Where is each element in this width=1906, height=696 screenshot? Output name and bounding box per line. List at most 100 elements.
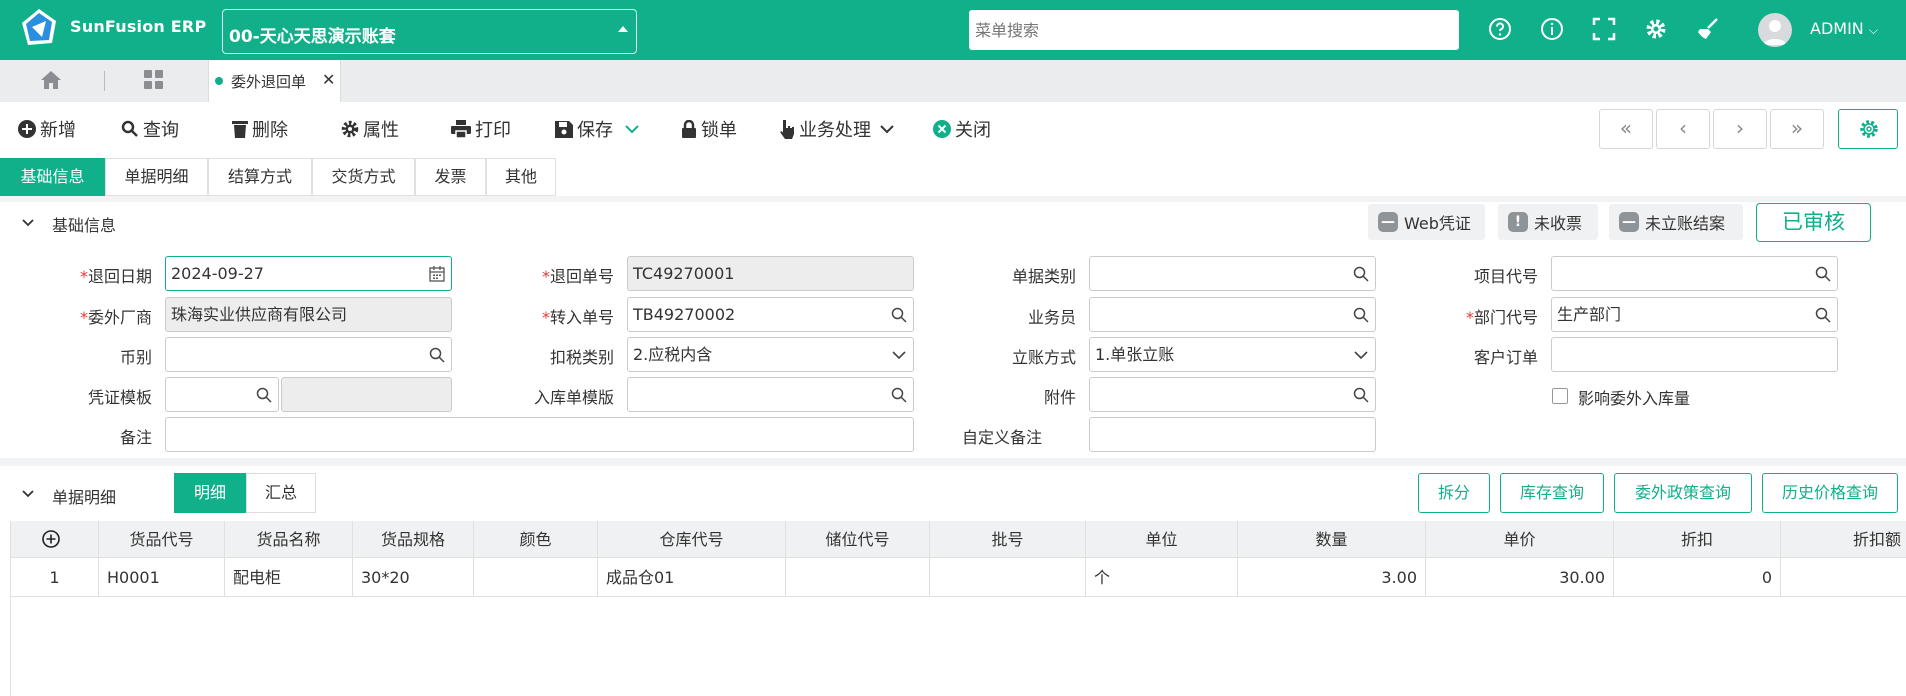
project-code-field[interactable] bbox=[1551, 256, 1838, 291]
unclosed-account-badge[interactable]: — 未立账结案 bbox=[1609, 204, 1743, 240]
col-warehouse[interactable]: 仓库代号 bbox=[598, 521, 786, 558]
fullscreen-icon[interactable] bbox=[1591, 16, 1617, 42]
account-method-select[interactable]: 1.单张立账 bbox=[1089, 337, 1376, 372]
help-icon[interactable] bbox=[1487, 16, 1513, 42]
view-detail-toggle[interactable]: 明细 bbox=[174, 473, 246, 513]
remark-field[interactable] bbox=[165, 417, 914, 452]
col-discount[interactable]: 折扣 bbox=[1614, 521, 1781, 558]
chevron-down-icon[interactable] bbox=[623, 124, 641, 134]
print-button[interactable]: 打印 bbox=[451, 114, 511, 144]
cell-color[interactable] bbox=[474, 558, 598, 597]
search-icon[interactable] bbox=[1815, 266, 1831, 282]
col-unit[interactable]: 单位 bbox=[1086, 521, 1238, 558]
plus-circle-icon[interactable] bbox=[42, 530, 60, 548]
gear-icon[interactable] bbox=[1643, 16, 1669, 42]
affect-stock-checkbox[interactable] bbox=[1552, 388, 1568, 404]
cell-item-spec[interactable]: 30*20 bbox=[353, 558, 474, 597]
search-icon[interactable] bbox=[1353, 266, 1369, 282]
tab-return-order[interactable]: 委外退回单 ✕ bbox=[208, 60, 341, 102]
tab-settlement[interactable]: 结算方式 bbox=[208, 158, 312, 196]
col-batch[interactable]: 批号 bbox=[930, 521, 1086, 558]
cell-item-name[interactable]: 配电柜 bbox=[225, 558, 353, 597]
col-item-name[interactable]: 货品名称 bbox=[225, 521, 353, 558]
col-item-code[interactable]: 货品代号 bbox=[99, 521, 225, 558]
lock-button[interactable]: 锁单 bbox=[681, 114, 737, 144]
tab-basic-info[interactable]: 基础信息 bbox=[0, 158, 105, 196]
broom-icon[interactable] bbox=[1695, 16, 1721, 42]
col-qty[interactable]: 数量 bbox=[1238, 521, 1426, 558]
col-bin[interactable]: 储位代号 bbox=[786, 521, 930, 558]
search-icon[interactable] bbox=[1353, 307, 1369, 323]
tab-other[interactable]: 其他 bbox=[486, 158, 556, 196]
add-row-cell[interactable] bbox=[11, 521, 99, 558]
currency-field[interactable] bbox=[165, 337, 452, 372]
tab-delivery[interactable]: 交货方式 bbox=[312, 158, 415, 196]
view-summary-toggle[interactable]: 汇总 bbox=[246, 473, 316, 513]
menu-search-input[interactable] bbox=[969, 10, 1459, 50]
custom-remark-field[interactable] bbox=[1089, 417, 1376, 452]
search-icon[interactable] bbox=[891, 387, 907, 403]
col-discount-amt[interactable]: 折扣额 bbox=[1781, 521, 1906, 558]
close-icon[interactable]: ✕ bbox=[322, 70, 335, 89]
first-record-button[interactable]: « bbox=[1599, 109, 1653, 149]
cell-discount-amt[interactable] bbox=[1781, 558, 1906, 597]
policy-query-button[interactable]: 委外政策查询 bbox=[1614, 473, 1752, 513]
search-icon[interactable] bbox=[429, 347, 445, 363]
cell-batch[interactable] bbox=[930, 558, 1086, 597]
tax-type-select[interactable]: 2.应税内含 bbox=[627, 337, 914, 372]
cell-warehouse[interactable]: 成品仓01 bbox=[598, 558, 786, 597]
col-item-spec[interactable]: 货品规格 bbox=[353, 521, 474, 558]
query-button[interactable]: 查询 bbox=[121, 114, 179, 144]
customer-order-field[interactable] bbox=[1551, 337, 1838, 372]
save-button[interactable]: 保存 bbox=[555, 114, 641, 144]
avatar[interactable] bbox=[1758, 13, 1792, 47]
cell-bin[interactable] bbox=[786, 558, 930, 597]
calendar-icon[interactable] bbox=[429, 266, 445, 282]
properties-button[interactable]: 属性 bbox=[341, 114, 399, 144]
salesman-field[interactable] bbox=[1089, 297, 1376, 332]
settings-button[interactable] bbox=[1838, 109, 1898, 149]
cell-discount[interactable]: 0 bbox=[1614, 558, 1781, 597]
attachment-field[interactable] bbox=[1089, 377, 1376, 412]
price-history-button[interactable]: 历史价格查询 bbox=[1762, 473, 1898, 513]
cell-price[interactable]: 30.00 bbox=[1426, 558, 1614, 597]
last-record-button[interactable]: » bbox=[1770, 109, 1824, 149]
search-icon[interactable] bbox=[1353, 387, 1369, 403]
info-icon[interactable] bbox=[1539, 16, 1565, 42]
tab-doc-detail[interactable]: 单据明细 bbox=[105, 158, 208, 196]
add-button[interactable]: 新增 bbox=[18, 114, 76, 144]
dept-code-field[interactable]: 生产部门 bbox=[1551, 297, 1838, 332]
cell-qty[interactable]: 3.00 bbox=[1238, 558, 1426, 597]
tab-invoice[interactable]: 发票 bbox=[415, 158, 486, 196]
doc-type-field[interactable] bbox=[1089, 256, 1376, 291]
cell-item-code[interactable]: H0001 bbox=[99, 558, 225, 597]
split-button[interactable]: 拆分 bbox=[1418, 473, 1490, 513]
chevron-down-icon[interactable] bbox=[21, 216, 35, 230]
close-button[interactable]: 关闭 bbox=[933, 114, 991, 144]
web-voucher-badge[interactable]: — Web凭证 bbox=[1368, 204, 1485, 240]
search-icon[interactable] bbox=[891, 307, 907, 323]
return-no-field[interactable]: TC49270001 bbox=[627, 256, 914, 291]
table-row[interactable]: 1 H0001 配电柜 30*20 成品仓01 个 3.00 30.00 0 bbox=[11, 558, 1906, 597]
col-color[interactable]: 颜色 bbox=[474, 521, 598, 558]
stock-query-button[interactable]: 库存查询 bbox=[1500, 473, 1604, 513]
next-record-button[interactable]: › bbox=[1713, 109, 1767, 149]
return-date-field[interactable]: 2024-09-27 bbox=[165, 256, 452, 291]
transfer-no-field[interactable]: TB49270002 bbox=[627, 297, 914, 332]
voucher-template-field[interactable] bbox=[165, 377, 279, 412]
stockin-template-field[interactable] bbox=[627, 377, 914, 412]
grid-icon[interactable] bbox=[144, 70, 164, 90]
no-invoice-badge[interactable]: ! 未收票 bbox=[1498, 204, 1598, 240]
search-icon[interactable] bbox=[256, 387, 272, 403]
col-price[interactable]: 单价 bbox=[1426, 521, 1614, 558]
chevron-down-icon[interactable] bbox=[21, 487, 35, 501]
account-selector[interactable]: 00-天心天思演示账套 bbox=[222, 9, 637, 54]
user-menu[interactable]: ADMIN ⌵ bbox=[1810, 19, 1878, 38]
search-icon[interactable] bbox=[1815, 307, 1831, 323]
cell-unit[interactable]: 个 bbox=[1086, 558, 1238, 597]
vendor-field[interactable]: 珠海实业供应商有限公司 bbox=[165, 297, 452, 332]
prev-record-button[interactable]: ‹ bbox=[1656, 109, 1710, 149]
home-icon[interactable] bbox=[40, 70, 62, 90]
delete-button[interactable]: 删除 bbox=[232, 114, 288, 144]
business-process-button[interactable]: 业务处理 bbox=[779, 114, 895, 144]
